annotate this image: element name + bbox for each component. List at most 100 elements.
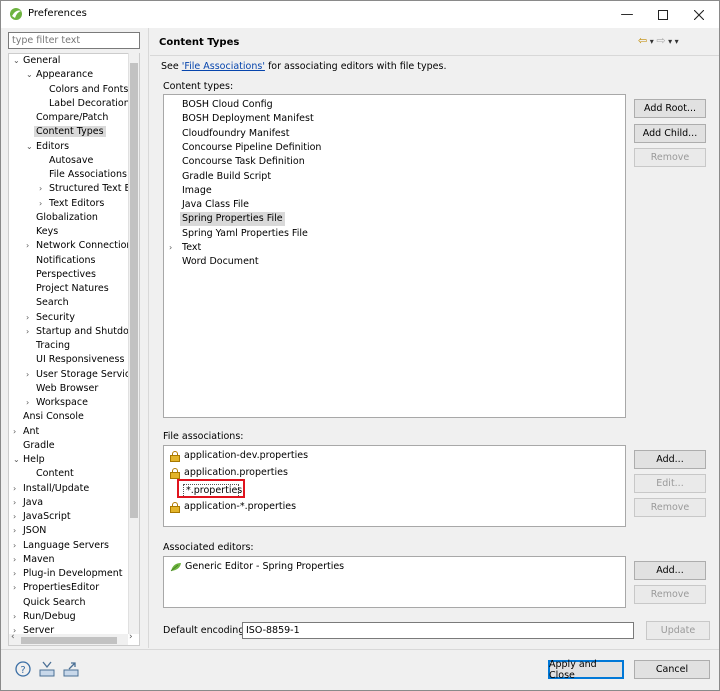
sidebar-item[interactable]: Content Types xyxy=(26,125,106,139)
file-association-item[interactable]: application-*.properties xyxy=(170,500,296,514)
content-type-item[interactable]: Gradle Build Script xyxy=(182,170,271,184)
sidebar-item[interactable]: › Ant xyxy=(13,425,39,439)
chevron-right-icon[interactable]: › xyxy=(13,553,23,567)
chevron-right-icon[interactable]: › xyxy=(13,510,23,524)
sidebar-item[interactable]: Notifications xyxy=(26,254,95,268)
sidebar-item[interactable]: › JavaScript xyxy=(13,510,71,524)
sidebar-item[interactable]: › User Storage Service xyxy=(26,368,136,382)
close-window-button[interactable] xyxy=(679,1,719,28)
sidebar-item[interactable]: › Text Editors xyxy=(39,197,104,211)
sidebar-item[interactable]: › Run/Debug xyxy=(13,610,76,624)
sidebar-item[interactable]: ⌄ Editors xyxy=(26,140,69,154)
sidebar-item[interactable]: › JSON xyxy=(13,524,46,538)
add-editor-button[interactable]: Add... xyxy=(634,561,706,580)
scroll-left-icon[interactable]: ‹ xyxy=(11,632,15,642)
chevron-right-icon[interactable]: › xyxy=(13,425,23,439)
chevron-right-icon[interactable]: › xyxy=(169,241,172,255)
sidebar-item[interactable]: › Network Connection xyxy=(26,239,132,253)
remove-content-type-button[interactable]: Remove xyxy=(634,148,706,167)
chevron-right-icon[interactable]: › xyxy=(26,368,36,382)
content-type-item[interactable]: Spring Yaml Properties File xyxy=(182,227,308,241)
sidebar-item[interactable]: › Java xyxy=(13,496,43,510)
cancel-button[interactable]: Cancel xyxy=(634,660,710,679)
content-type-item[interactable]: Word Document xyxy=(182,255,259,269)
sidebar-item[interactable]: Label Decorations xyxy=(39,97,135,111)
chevron-right-icon[interactable]: › xyxy=(13,581,23,595)
associated-editor-item[interactable]: Generic Editor - Spring Properties xyxy=(170,560,344,574)
preferences-tree[interactable]: ⌄ General ⌄ Appearance Colors and Fonts Label… xyxy=(8,53,140,646)
chevron-right-icon[interactable]: › xyxy=(13,482,23,496)
forward-icon[interactable]: ⇨ xyxy=(656,34,665,47)
chevron-down-icon[interactable]: ⌄ xyxy=(13,453,23,467)
remove-file-association-button[interactable]: Remove xyxy=(634,498,706,517)
content-type-item[interactable]: BOSH Cloud Config xyxy=(182,98,273,112)
update-button[interactable]: Update xyxy=(646,621,710,640)
sidebar-item[interactable]: › Plug-in Development xyxy=(13,567,122,581)
chevron-right-icon[interactable]: › xyxy=(13,539,23,553)
apply-and-close-button[interactable]: Apply and Close xyxy=(548,659,624,681)
sidebar-item[interactable]: › PropertiesEditor xyxy=(13,581,99,595)
content-type-item[interactable]: Image xyxy=(182,184,212,198)
sidebar-item[interactable]: › Install/Update xyxy=(13,482,89,496)
chevron-right-icon[interactable]: › xyxy=(13,496,23,510)
content-type-item[interactable]: Cloudfoundry Manifest xyxy=(182,127,289,141)
chevron-right-icon[interactable]: › xyxy=(26,239,36,253)
export-preferences-icon[interactable] xyxy=(63,661,79,677)
chevron-right-icon[interactable]: › xyxy=(13,610,23,624)
sidebar-item[interactable]: ⌄ Help xyxy=(13,453,45,467)
chevron-right-icon[interactable]: › xyxy=(13,524,23,538)
sidebar-item[interactable]: Tracing xyxy=(26,339,70,353)
sidebar-item[interactable]: Colors and Fonts xyxy=(39,83,128,97)
tree-horizontal-scroll-thumb[interactable] xyxy=(21,637,117,644)
minimize-button[interactable]: — xyxy=(607,1,647,28)
chevron-right-icon[interactable]: › xyxy=(13,567,23,581)
add-child-button[interactable]: Add Child... xyxy=(634,124,706,143)
sidebar-item[interactable]: Quick Search xyxy=(13,596,86,610)
chevron-down-icon[interactable]: ⌄ xyxy=(13,54,23,68)
sidebar-item[interactable]: Ansi Console xyxy=(13,410,84,424)
sidebar-item[interactable]: › Structured Text Ec xyxy=(39,182,136,196)
add-root-button[interactable]: Add Root... xyxy=(634,99,706,118)
file-association-item[interactable]: application-dev.properties xyxy=(170,449,308,463)
sidebar-item[interactable]: Autosave xyxy=(39,154,93,168)
forward-menu-chevron-icon[interactable]: ▾ xyxy=(666,37,675,46)
sidebar-item[interactable]: Keys xyxy=(26,225,58,239)
sidebar-item[interactable]: File Associations xyxy=(39,168,127,182)
remove-editor-button[interactable]: Remove xyxy=(634,585,706,604)
chevron-right-icon[interactable]: › xyxy=(39,182,49,196)
content-type-item[interactable]: Java Class File xyxy=(182,198,249,212)
panel-divider[interactable] xyxy=(148,28,149,648)
tree-vertical-scroll-thumb[interactable] xyxy=(130,63,138,518)
sidebar-item[interactable]: Globalization xyxy=(26,211,98,225)
sidebar-item[interactable]: › Language Servers xyxy=(13,539,109,553)
content-type-item[interactable]: Concourse Task Definition xyxy=(182,155,305,169)
maximize-button[interactable] xyxy=(643,1,683,28)
sidebar-item[interactable]: › Startup and Shutdov xyxy=(26,325,134,339)
sidebar-item[interactable]: ⌄ Appearance xyxy=(26,68,93,82)
file-association-item[interactable]: application.properties xyxy=(170,466,288,480)
chevron-down-icon[interactable]: ⌄ xyxy=(26,68,36,82)
filter-input[interactable] xyxy=(8,32,140,49)
scroll-right-icon[interactable]: › xyxy=(129,632,133,642)
sidebar-item[interactable]: Web Browser xyxy=(26,382,98,396)
chevron-down-icon[interactable]: ⌄ xyxy=(26,140,36,154)
default-encoding-input[interactable] xyxy=(242,622,634,639)
content-type-item[interactable]: BOSH Deployment Manifest xyxy=(182,112,314,126)
file-associations-link[interactable]: 'File Associations' xyxy=(182,61,265,72)
chevron-right-icon[interactable]: › xyxy=(26,325,36,339)
edit-file-association-button[interactable]: Edit... xyxy=(634,474,706,493)
chevron-right-icon[interactable]: › xyxy=(26,396,36,410)
content-type-item[interactable]: Spring Properties File xyxy=(180,212,285,227)
sidebar-item[interactable]: › Security xyxy=(26,311,75,325)
help-icon[interactable]: ? xyxy=(15,661,31,677)
sidebar-item[interactable]: UI Responsiveness M xyxy=(26,353,136,367)
import-preferences-icon[interactable] xyxy=(39,661,55,677)
content-type-item[interactable]: Text xyxy=(182,241,201,255)
chevron-right-icon[interactable]: › xyxy=(26,311,36,325)
sidebar-item[interactable]: Project Natures xyxy=(26,282,109,296)
back-icon[interactable]: ⇦ xyxy=(638,34,647,47)
chevron-right-icon[interactable]: › xyxy=(39,197,49,211)
sidebar-item[interactable]: Content xyxy=(26,467,74,481)
sidebar-item[interactable]: Search xyxy=(26,296,69,310)
content-type-item[interactable]: Concourse Pipeline Definition xyxy=(182,141,321,155)
